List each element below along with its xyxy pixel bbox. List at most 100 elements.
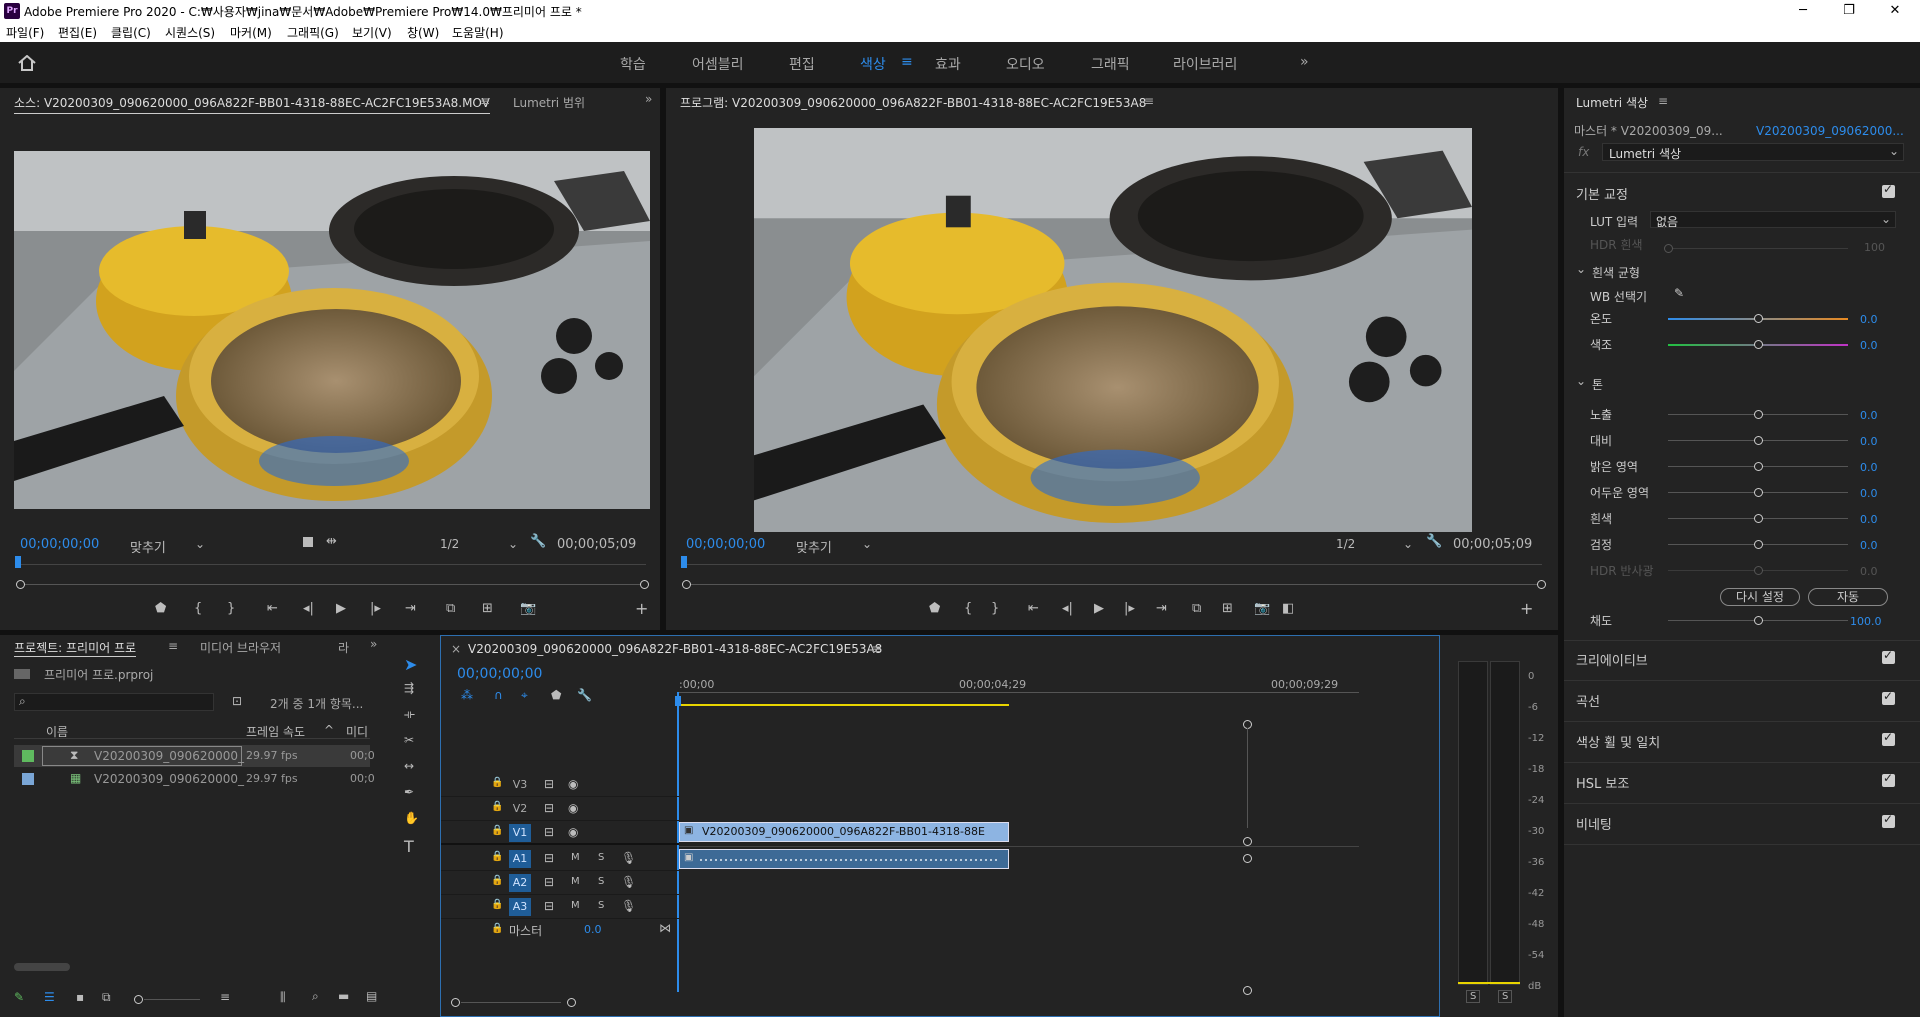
exposure-value[interactable]: 0.0 — [1860, 409, 1878, 422]
sync-lock-icon[interactable]: ⊟ — [544, 801, 554, 815]
lock-icon[interactable]: 🔒 — [491, 801, 503, 812]
home-icon[interactable] — [18, 55, 36, 71]
menu-file[interactable]: 파일(F) — [6, 24, 44, 41]
libraries-tab[interactable]: 라 — [338, 639, 349, 656]
menu-marker[interactable]: 마커(M) — [230, 24, 272, 41]
workspace-overflow-icon[interactable]: » — [1300, 54, 1309, 70]
auto-button[interactable]: 자동 — [1808, 588, 1888, 606]
program-video-frame[interactable] — [754, 128, 1472, 532]
vertical-scroll-handle[interactable] — [1243, 986, 1252, 995]
workspace-libraries[interactable]: 라이브러리 — [1173, 54, 1237, 74]
hsl-secondary-heading[interactable]: HSL 보조 — [1576, 773, 1629, 792]
source-tab[interactable]: 소스: V20200309_090620000_096A822F-BB01-43… — [14, 94, 490, 114]
label-color-swatch[interactable] — [22, 773, 34, 785]
effect-dropdown[interactable]: Lumetri 색상 ⌄ — [1602, 143, 1904, 161]
find-icon[interactable]: ⌕ — [312, 989, 319, 1004]
source-video-frame[interactable] — [14, 151, 650, 509]
track-label-a2[interactable]: A2 — [509, 874, 531, 892]
go-to-out-icon[interactable]: ⇥ — [1156, 601, 1167, 616]
blacks-value[interactable]: 0.0 — [1860, 539, 1878, 552]
tint-handle[interactable] — [1754, 340, 1763, 349]
zoom-handle-right[interactable] — [1537, 580, 1546, 589]
chevron-down-icon[interactable]: ⌄ — [1403, 537, 1413, 551]
lock-icon[interactable]: 🔒 — [491, 851, 503, 862]
chevron-up-icon[interactable]: ^ — [324, 723, 334, 737]
whites-handle[interactable] — [1754, 514, 1763, 523]
basic-correction-checkbox[interactable] — [1882, 182, 1895, 198]
mark-out-icon[interactable]: } — [227, 601, 235, 616]
creative-checkbox[interactable] — [1882, 648, 1895, 664]
zoom-slider-handle[interactable] — [134, 995, 143, 1004]
nest-icon[interactable]: ⁂ — [461, 688, 473, 702]
marker-icon[interactable]: ⬟ — [929, 601, 940, 616]
step-forward-icon[interactable]: |▸ — [1124, 601, 1135, 616]
lumetri-tab-menu-icon[interactable]: ≡ — [1658, 94, 1668, 108]
play-icon[interactable]: ▶ — [1094, 601, 1104, 616]
extract-icon[interactable]: ⊞ — [1222, 601, 1233, 616]
lock-icon[interactable]: 🔒 — [491, 875, 503, 886]
menu-view[interactable]: 보기(V) — [352, 24, 392, 41]
timeline-settings-icon[interactable]: 🔧 — [577, 688, 592, 702]
program-playhead[interactable] — [681, 556, 687, 568]
list-view-icon[interactable]: ☰ — [44, 990, 55, 1004]
slip-tool-icon[interactable]: ↔ — [404, 759, 414, 773]
program-tab[interactable]: 프로그램: V20200309_090620000_096A822F-BB01-… — [680, 94, 1146, 111]
menu-help[interactable]: 도움말(H) — [452, 24, 504, 41]
video-clip[interactable]: ▣ V20200309_090620000_096A822F-BB01-4318… — [679, 822, 1009, 842]
go-to-in-icon[interactable]: ⇤ — [267, 601, 278, 616]
exposure-handle[interactable] — [1754, 410, 1763, 419]
lut-input-dropdown[interactable]: 없음 ⌄ — [1650, 211, 1896, 229]
chevron-down-icon[interactable]: ⌄ — [862, 537, 872, 551]
lock-icon[interactable]: 🔒 — [491, 777, 503, 788]
master-clip-label[interactable]: 마스터 * V20200309_09... — [1574, 122, 1723, 139]
program-resolution-dropdown[interactable]: 1/2 — [1336, 537, 1355, 551]
source-resolution-dropdown[interactable]: 1/2 — [440, 537, 459, 551]
project-item-row[interactable]: ⧗ V20200309_090620000_ 29.97 fps 00;0 — [14, 745, 375, 767]
work-area-bar[interactable] — [679, 704, 1009, 706]
mute-button[interactable]: M — [571, 852, 580, 863]
microphone-icon[interactable]: 🎙 — [621, 851, 636, 865]
tone-heading[interactable]: 톤 — [1592, 376, 1603, 393]
hsl-secondary-checkbox[interactable] — [1882, 771, 1895, 787]
column-name[interactable]: 이름 — [46, 723, 68, 740]
wrench-icon[interactable]: 🔧 — [530, 534, 546, 549]
saturation-handle[interactable] — [1754, 616, 1763, 625]
menu-graphics[interactable]: 그래픽(G) — [287, 24, 339, 41]
menu-clip[interactable]: 클립(C) — [111, 24, 151, 41]
sort-icon[interactable]: ≡ — [220, 990, 230, 1004]
white-balance-heading[interactable]: 흰색 균형 — [1592, 264, 1640, 281]
step-forward-icon[interactable]: |▸ — [370, 601, 381, 616]
solo-button[interactable]: S — [598, 900, 604, 911]
horizontal-zoom-bar[interactable] — [461, 1002, 561, 1003]
play-icon[interactable]: ▶ — [336, 601, 346, 616]
selection-tool-icon[interactable]: ➤ — [404, 655, 417, 674]
lumetri-tab[interactable]: Lumetri 색상 — [1576, 94, 1648, 111]
vertical-scroll-handle[interactable] — [1243, 837, 1252, 846]
compare-view-icon[interactable]: ◧ — [1282, 601, 1294, 616]
pencil-icon[interactable]: ✎ — [14, 990, 24, 1004]
add-marker-icon[interactable]: ⬟ — [551, 688, 561, 702]
eye-icon[interactable]: ◉ — [568, 777, 578, 791]
project-search-input[interactable]: ⌕ — [14, 693, 214, 711]
icon-view-icon[interactable]: ▪ — [76, 990, 84, 1004]
workspace-effects[interactable]: 효과 — [935, 54, 961, 74]
go-to-in-icon[interactable]: ⇤ — [1028, 601, 1039, 616]
highlights-value[interactable]: 0.0 — [1860, 461, 1878, 474]
creative-heading[interactable]: 크리에이티브 — [1576, 650, 1648, 669]
track-label-a1[interactable]: A1 — [509, 850, 531, 868]
blacks-handle[interactable] — [1754, 540, 1763, 549]
solo-left-button[interactable]: S — [1466, 990, 1481, 1003]
menu-window[interactable]: 창(W) — [407, 24, 439, 41]
source-fit-dropdown[interactable]: 맞추기 — [130, 537, 166, 556]
program-timecode[interactable]: 00;00;00;00 — [686, 537, 765, 552]
timeline-tab-menu-icon[interactable]: ≡ — [871, 642, 881, 656]
color-wheels-heading[interactable]: 색상 휠 및 일치 — [1576, 732, 1660, 751]
workspace-color[interactable]: 색상 — [860, 54, 886, 74]
chevron-down-icon[interactable]: ⌄ — [1576, 374, 1586, 388]
sync-lock-icon[interactable]: ⊟ — [544, 777, 554, 791]
item-name[interactable]: V20200309_090620000_ — [94, 772, 244, 786]
menu-edit[interactable]: 편집(E) — [58, 24, 97, 41]
new-item-icon[interactable]: ▤ — [366, 989, 377, 1003]
lock-icon[interactable]: 🔒 — [491, 923, 503, 934]
temperature-handle[interactable] — [1754, 314, 1763, 323]
